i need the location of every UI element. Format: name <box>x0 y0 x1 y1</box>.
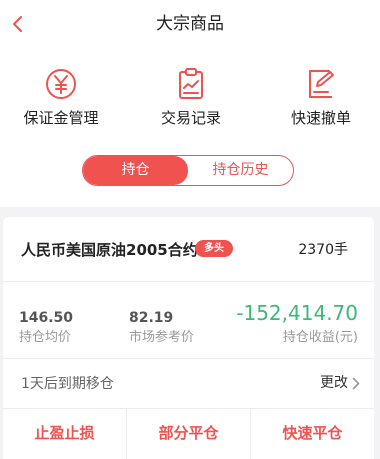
tab-holdings-history[interactable]: 持仓历史 <box>188 156 293 185</box>
partial-close-button[interactable]: 部分平仓 <box>126 409 250 459</box>
quick-cancel-label: 快速撤单 <box>290 109 351 127</box>
chevron-right-icon <box>352 377 360 389</box>
position-actions: 止盈止损 部分平仓 快速平仓 <box>3 409 374 459</box>
change-label: 更改 <box>320 375 348 391</box>
trade-records-label: 交易记录 <box>160 109 221 127</box>
divider <box>3 358 374 359</box>
quick-close-button[interactable]: 快速平仓 <box>250 409 374 459</box>
top-panel: 大宗商品 保证金管理 交易记录 快速撤单 持仓 持仓历史 <box>0 0 380 207</box>
tab-holdings[interactable]: 持仓 <box>83 156 188 185</box>
page-title: 大宗商品 <box>156 14 224 34</box>
rollover-text: 1天后到期移仓 <box>21 376 114 392</box>
avg-price-value: 146.50 <box>19 310 74 326</box>
pnl-value: -152,414.70 <box>236 301 358 325</box>
trade-records-button[interactable]: 交易记录 <box>141 66 241 128</box>
direction-badge: 多头 <box>195 240 233 257</box>
quick-cancel-button[interactable]: 快速撤单 <box>271 66 371 128</box>
margin-management-button[interactable]: 保证金管理 <box>11 66 111 128</box>
margin-management-label: 保证金管理 <box>23 109 99 127</box>
market-ref-price-label: 市场参考价 <box>129 330 195 345</box>
stop-profit-loss-button[interactable]: 止盈止损 <box>3 409 126 459</box>
position-quantity: 2370手 <box>298 242 348 258</box>
position-tabs: 持仓 持仓历史 <box>82 155 294 186</box>
yuan-circle-icon <box>46 69 76 99</box>
position-card[interactable]: 人民币美国原油2005合约 多头 2370手 146.50 持仓均价 82.19… <box>3 217 374 459</box>
clipboard-icon <box>179 68 203 99</box>
avg-price-label: 持仓均价 <box>19 330 72 345</box>
change-button[interactable]: 更改 <box>320 374 360 392</box>
edit-doc-icon <box>309 70 334 98</box>
pnl-label: 持仓收益(元) <box>282 330 358 345</box>
market-ref-price-value: 82.19 <box>129 310 174 326</box>
divider <box>3 281 374 282</box>
contract-name: 人民币美国原油2005合约 <box>21 241 198 259</box>
